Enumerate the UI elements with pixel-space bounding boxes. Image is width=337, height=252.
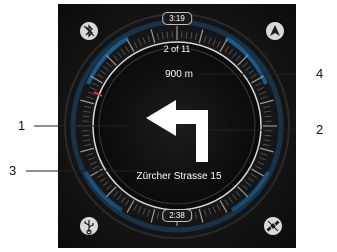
callout-2: 2 — [316, 122, 324, 137]
callout-4: 4 — [316, 66, 324, 81]
callout-lines — [26, 73, 296, 172]
callout-3: 3 — [9, 163, 17, 178]
manual-illustration: 3:19 2 of 11 900 m Zürcher Strasse 15 2:… — [0, 0, 337, 252]
callout-1: 1 — [18, 118, 26, 133]
